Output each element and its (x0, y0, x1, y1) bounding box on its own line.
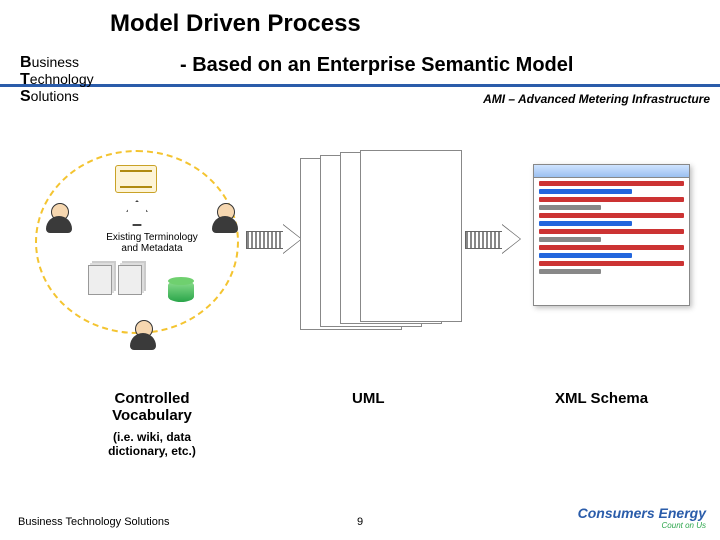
database-icon (168, 280, 194, 302)
person-icon (44, 203, 74, 233)
bts-logo: BBusinessusiness Technology Solutions (20, 54, 94, 105)
footer-brand: Consumers Energy Count on Us (578, 505, 706, 530)
window-titlebar-icon (534, 165, 689, 178)
controlled-vocab-label: Controlled Vocabulary (82, 390, 222, 424)
page-number: 9 (357, 516, 363, 528)
slide: Model Driven Process - Based on an Enter… (0, 0, 720, 540)
xml-window-icon (533, 164, 690, 306)
footer-left: Business Technology Solutions (18, 516, 169, 528)
uml-pane-icon (360, 150, 462, 322)
title-divider (0, 84, 720, 87)
person-icon (128, 320, 158, 350)
person-icon (210, 203, 240, 233)
doc-stack-icon (118, 265, 142, 295)
flow-arrow-icon (465, 225, 520, 253)
doc-stack-icon (88, 265, 112, 295)
controlled-vocab-sublabel: (i.e. wiki, data dictionary, etc.) (82, 430, 222, 458)
uml-panes (300, 150, 440, 330)
slide-title: Model Driven Process (110, 10, 361, 38)
footer-brand-name: Consumers Energy (578, 505, 706, 521)
footer-brand-tagline: Count on Us (578, 521, 706, 530)
xml-schema-label: XML Schema (555, 390, 648, 407)
uml-label: UML (352, 390, 385, 407)
ami-label: AMI – Advanced Metering Infrastructure (483, 92, 710, 106)
existing-terminology-label: Existing Terminology and Metadata (95, 230, 209, 256)
flow-arrow-icon (246, 225, 301, 253)
chart-node-icon (115, 165, 157, 193)
slide-subtitle: - Based on an Enterprise Semantic Model (180, 54, 573, 77)
